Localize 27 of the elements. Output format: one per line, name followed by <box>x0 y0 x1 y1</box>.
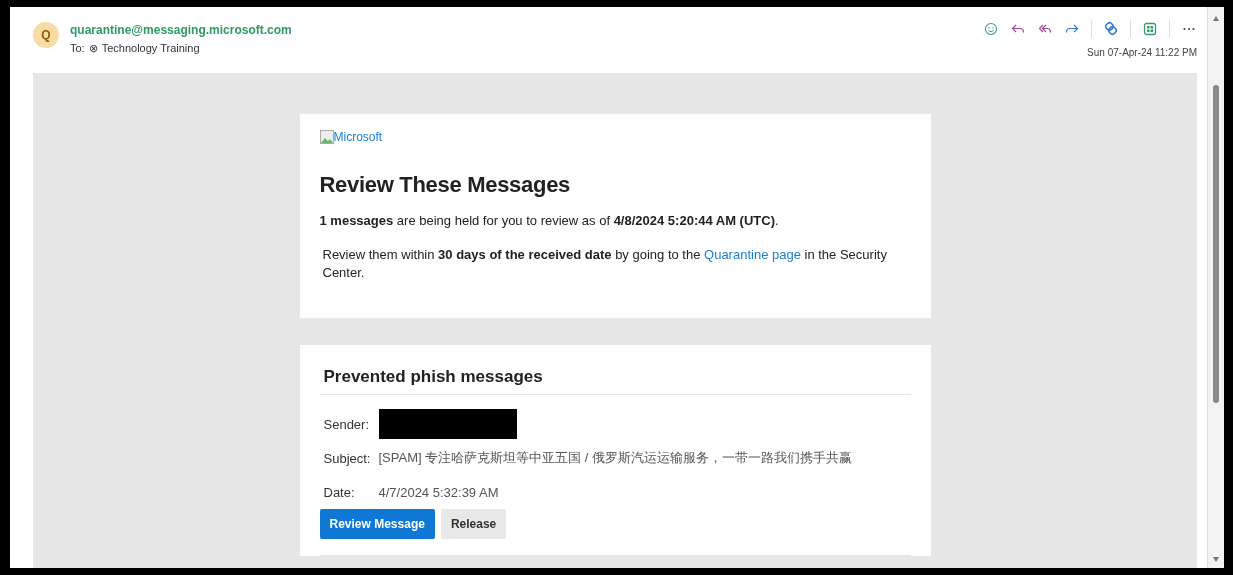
field-value: [SPAM] 专注哈萨克斯坦等中亚五国 / 俄罗斯汽运运输服务，一带一路我们携手共赢 <box>378 449 853 467</box>
avatar: Q <box>33 22 59 48</box>
scroll-up-icon[interactable] <box>1213 16 1219 21</box>
section-title: Prevented phish messages <box>323 367 544 388</box>
field-label: Subject: <box>323 450 372 466</box>
scrollbar[interactable] <box>1207 7 1224 568</box>
broken-image-icon <box>319 130 334 144</box>
held-messages-text: 1 messages are being held for you to review as of 4/8/2024 5:20:44 AM (UTC). <box>319 212 780 230</box>
sender-address[interactable]: quarantine@messaging.microsoft.com <box>70 23 292 37</box>
loop-icon[interactable] <box>1103 21 1119 37</box>
review-instruction-text: Review them within 30 days of the received date by going to the Quarantine page in the Security Center. <box>322 246 888 282</box>
recipient-mark: ⊗ <box>88 42 98 55</box>
apps-icon[interactable] <box>1142 21 1158 37</box>
recipient-name[interactable]: Technology Training <box>101 42 200 55</box>
field-label: Date: <box>323 484 356 500</box>
logo-alt-text[interactable]: Microsoft <box>333 130 383 144</box>
sent-date: Sun 07-Apr-24 11:22 PM <box>1087 47 1197 58</box>
field-value: 4/7/2024 5:32:39 AM <box>378 484 499 500</box>
review-message-button[interactable]: Review Message <box>319 509 435 539</box>
scroll-down-icon[interactable] <box>1213 557 1219 562</box>
card-title: Review These Messages <box>319 172 571 198</box>
field-label: Sender: <box>323 416 371 432</box>
emoji-icon[interactable] <box>983 21 999 37</box>
quarantine-page-link[interactable]: Quarantine page <box>704 247 801 262</box>
scroll-thumb[interactable] <box>1213 85 1219 403</box>
release-button[interactable]: Release <box>440 509 507 539</box>
to-label: To: <box>70 42 85 55</box>
